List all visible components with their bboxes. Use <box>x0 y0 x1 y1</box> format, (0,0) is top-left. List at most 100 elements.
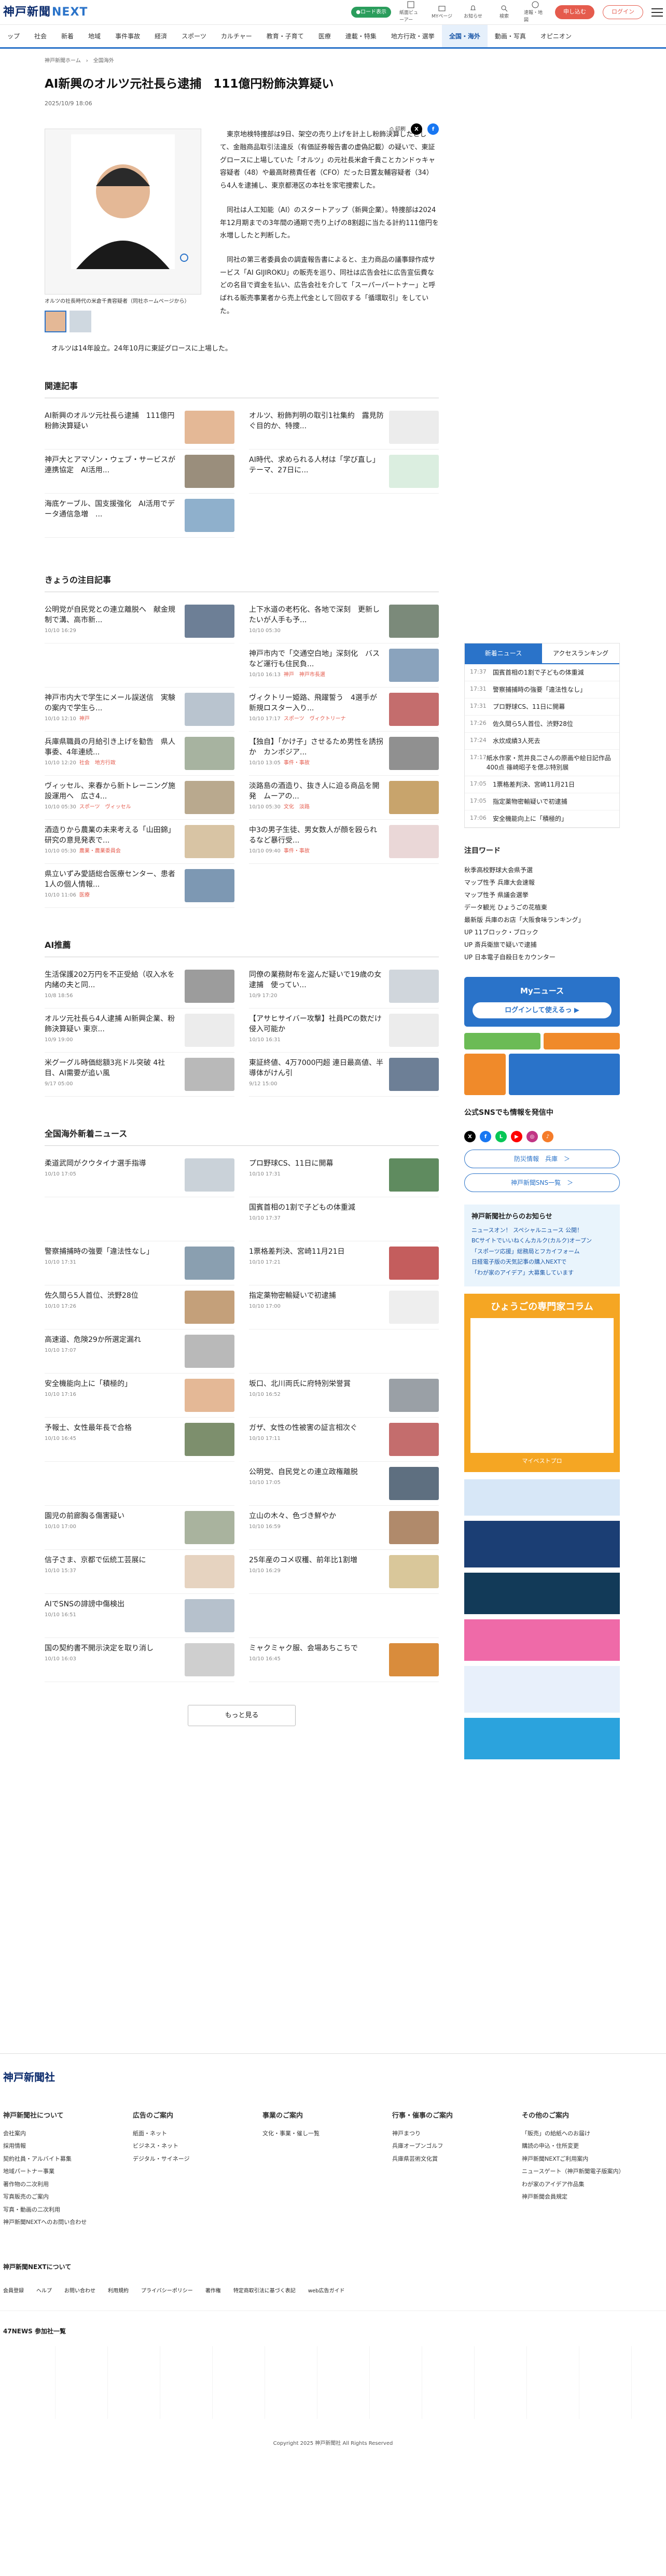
footer-link[interactable]: 兵庫県芸術文化賞 <box>392 2155 522 2164</box>
footer-link[interactable]: ビジネス・ネット <box>133 2142 262 2151</box>
footer-link[interactable]: ニュースゲート（神戸新聞電子版案内） <box>522 2167 651 2176</box>
national-item[interactable]: 高速道、危険29か所選定漏れ 10/10 17:07 <box>45 1329 234 1374</box>
print-edition-pill[interactable]: ●ロード表示 <box>351 7 391 18</box>
footer-link[interactable]: わが家のアイデア作品集 <box>522 2180 651 2189</box>
notice-item[interactable]: 「わが家のアイデア」大募集しています <box>471 1269 613 1278</box>
related-item[interactable]: 海底ケーブル、国支援強化 AI活用でデータ通信急増 ... <box>45 494 234 538</box>
nav-item[interactable]: 動画・写真 <box>488 32 533 41</box>
news-item[interactable]: 上下水道の老朽化、各地で深刻 更新したいが人手も予... 10/10 05:30 <box>249 599 439 643</box>
rank-item[interactable]: 17:31 プロ野球CS、11日に開幕 <box>465 698 619 716</box>
related-item[interactable]: AI新興のオルツ元社長ら逮捕 111億円粉飾決算疑い <box>45 405 234 450</box>
article-photo[interactable] <box>45 129 201 295</box>
notice-item[interactable]: 「スポーツ応援」総務局とフカイフォーム <box>471 1248 613 1256</box>
news-item[interactable]: 公明党が自民党との連立離脱へ 献金規制で溝、高市新... 10/10 16:29 <box>45 599 234 643</box>
ai-item[interactable]: 生活保護202万円を不正受給（収入水を内緒の夫と同... 10/8 18:56 <box>45 964 234 1009</box>
x-icon[interactable]: X <box>464 1131 476 1142</box>
rank-item[interactable]: 17:26 佐久間ら5人首位、渋野28位 <box>465 716 619 733</box>
nav-item[interactable]: 経済 <box>147 32 174 41</box>
facebook-share-icon[interactable]: f <box>427 123 439 135</box>
footer-link[interactable]: 利用規約 <box>108 2287 129 2295</box>
x-share-icon[interactable]: X <box>411 123 422 135</box>
ad-banner[interactable] <box>464 1572 620 1614</box>
footer-link[interactable]: お問い合わせ <box>64 2287 95 2295</box>
footer-link[interactable]: 「販売」の給紙へのお届け <box>522 2130 651 2138</box>
site-logo[interactable]: 神戸新聞NEXT <box>3 4 88 21</box>
notice-item[interactable]: BCサイトでいいねくんカルク(カルク)オープン <box>471 1237 613 1245</box>
related-item[interactable]: 神戸大とアマゾン・ウェブ・サービスが連携協定 AI活用... <box>45 450 234 494</box>
news-item[interactable]: 兵庫県職員の月給引き上げを勧告 県人事委、4年連続... 10/10 12:20 社… <box>45 732 234 776</box>
footer-link[interactable]: 購読の申込・住所変更 <box>522 2142 651 2151</box>
national-item[interactable]: 安全機能向上に「積極的」 10/10 17:16 <box>45 1374 234 1418</box>
national-item[interactable] <box>45 1462 234 1506</box>
nav-item[interactable]: カルチャー <box>214 32 259 41</box>
footer-link[interactable]: 特定商取引法に基づく表記 <box>233 2287 296 2295</box>
rank-item[interactable]: 17:05 指定薬物密輸疑いで初逮捕 <box>465 793 619 810</box>
news-item[interactable]: ヴィクトリー姫路、飛躍誓う 4選手が新規ロスター入り... 10/10 17:17… <box>249 688 439 732</box>
nav-item[interactable]: オピニオン <box>533 32 579 41</box>
rank-item[interactable]: 17:06 安全機能向上に「積極的」 <box>465 810 619 828</box>
ad-banner[interactable] <box>464 1665 620 1713</box>
national-item[interactable] <box>249 1594 439 1638</box>
hamburger-menu-icon[interactable] <box>651 8 663 17</box>
ward-item[interactable]: UP 11ブロック・ブロック <box>464 926 620 939</box>
ward-item[interactable]: マップ性予 県議会選挙 <box>464 889 620 901</box>
footer-logo[interactable]: 神戸新聞社 <box>0 2054 666 2085</box>
print-button[interactable]: ⎙ 印刷 <box>390 125 406 133</box>
national-item[interactable]: 警察捕捕時の強要「違法性なし」 10/10 17:31 <box>45 1241 234 1285</box>
news-item[interactable]: 中3の男子生徒、男女数人が顔を殴られるなど暴行受... 10/10 09:40 事件… <box>249 820 439 864</box>
nav-item[interactable]: スポーツ <box>174 32 214 41</box>
disaster-button[interactable]: 防災情報 兵庫 ＞ <box>464 1150 620 1168</box>
expert-column-banner[interactable]: ひょうごの専門家コラム マイベストプロ <box>464 1294 620 1472</box>
gallery-thumb-2[interactable] <box>70 311 91 333</box>
related-item[interactable]: オルツ、粉飾判明の取引1社集約 露見防ぐ目的か、特捜... <box>249 405 439 450</box>
national-item[interactable]: 国の契約書不開示決定を取り消し 10/10 16:03 <box>45 1638 234 1682</box>
ward-item[interactable]: データ観光 ひょうごの花植東 <box>464 901 620 914</box>
notice-item[interactable]: ニュースオン！ スペシャルニュース 公開！ <box>471 1226 613 1235</box>
more-button[interactable]: もっと見る <box>188 1704 296 1727</box>
footer-link[interactable]: 著作権 <box>205 2287 221 2295</box>
related-item[interactable]: AI時代、求められる人材は「学び直し」テーマ、27日に... <box>249 450 439 494</box>
rank-item[interactable]: 17:05 1票格差判決、宮崎11月21日 <box>465 776 619 793</box>
national-item[interactable]: 指定薬物密輸疑いで初逮捕 10/10 17:00 <box>249 1285 439 1329</box>
national-item[interactable]: ガザ、女性の性被害の証言相次ぐ 10/10 17:11 <box>249 1418 439 1462</box>
nav-item[interactable]: 教育・子育て <box>259 32 311 41</box>
footer-link[interactable]: 会社案内 <box>3 2130 133 2138</box>
footer-link[interactable]: 会員登録 <box>3 2287 24 2295</box>
footer-link[interactable]: 地域パートナー事業 <box>3 2167 133 2176</box>
news-item[interactable]: 淡路島の酒造り、抜き人に迫る商品を開発 ムーアの... 10/10 05:30 文化… <box>249 776 439 820</box>
nav-item-active[interactable]: 全国・海外 <box>441 25 488 47</box>
footer-link[interactable]: 神戸まつり <box>392 2130 522 2138</box>
notice-button[interactable]: お知らせ <box>462 4 484 21</box>
nav-item[interactable]: 新着 <box>54 32 81 41</box>
nav-item[interactable]: ップ <box>0 32 27 41</box>
national-item[interactable]: 国賓首相の1割で子どもの体重減 10/10 17:37 <box>249 1197 439 1241</box>
footer-link[interactable]: デジタル・サイネージ <box>133 2155 262 2164</box>
login-button[interactable]: ログイン <box>603 5 643 19</box>
national-item[interactable]: AIでSNSの誹謗中傷検出 10/10 16:51 <box>45 1594 234 1638</box>
news-item[interactable]: 神戸市内大で学生にメール誤送信 実験の案内で学生ら... 10/10 12:10 神… <box>45 688 234 732</box>
rank-item[interactable]: 17:24 水炊成績3人死去 <box>465 733 619 750</box>
ward-item[interactable]: 秋季高校野球大会県予選 <box>464 864 620 876</box>
apply-button[interactable]: 申し込む <box>555 5 594 19</box>
footer-link[interactable]: 著作物の二次利用 <box>3 2180 133 2189</box>
ad-banner[interactable] <box>464 1619 620 1661</box>
promo-pill[interactable] <box>544 1033 620 1049</box>
tab-access-ranking[interactable]: アクセスランキング <box>542 643 619 664</box>
gallery-thumb-1[interactable] <box>45 311 66 333</box>
news-item[interactable]: 酒造りから農業の未来考える「山田錦」研究の意見発表で... 10/10 05:30… <box>45 820 234 864</box>
footer-link[interactable]: 兵庫オープンゴルフ <box>392 2142 522 2151</box>
ai-item[interactable]: 米グーグル時価総額3兆ドル突破 4社目、AI需要が追い風 9/17 05:00 <box>45 1053 234 1097</box>
mypage-button[interactable]: MYページ <box>431 4 453 21</box>
national-item[interactable]: ミャクミャク服、会場あちこちで 10/10 16:45 <box>249 1638 439 1682</box>
ad-banner[interactable] <box>464 1479 620 1516</box>
nav-item[interactable]: 地方行政・選挙 <box>384 32 442 41</box>
national-item[interactable]: 予報士、女性最年長で合格 10/10 16:45 <box>45 1418 234 1462</box>
search-button[interactable]: 検索 <box>493 4 516 21</box>
national-item[interactable] <box>249 1329 439 1374</box>
footer-link[interactable]: web広告ガイド <box>308 2287 345 2295</box>
facebook-icon[interactable]: f <box>480 1131 491 1142</box>
footer-link[interactable]: 紙面・ネット <box>133 2130 262 2138</box>
ward-item[interactable]: UP 日本電子自殺日をカウンター <box>464 951 620 963</box>
ad-banner[interactable] <box>464 1520 620 1567</box>
rank-item[interactable]: 17:17 紙水作家・荒井良二さんの原画や絵日記作品400点 篠崎昭子を偲ぶ特別展 <box>465 750 619 776</box>
